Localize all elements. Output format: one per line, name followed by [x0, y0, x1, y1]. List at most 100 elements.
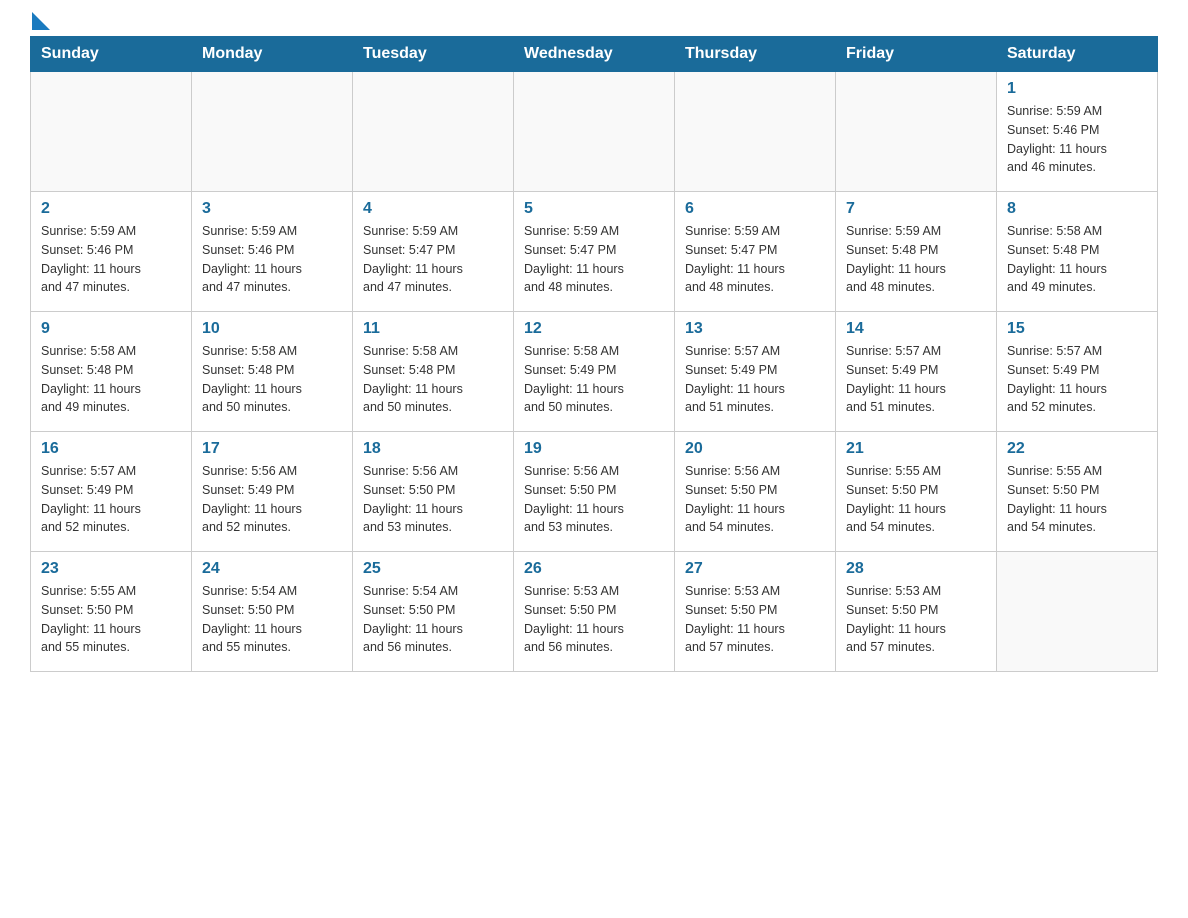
day-cell: 4 Sunrise: 5:59 AM Sunset: 5:47 PM Daylig… [353, 192, 514, 312]
day-info: Sunrise: 5:58 AM Sunset: 5:48 PM Dayligh… [202, 342, 342, 417]
week-row-2: 9 Sunrise: 5:58 AM Sunset: 5:48 PM Daylig… [31, 312, 1158, 432]
day-number: 10 [202, 320, 342, 338]
day-number: 20 [685, 440, 825, 458]
day-number: 9 [41, 320, 181, 338]
day-number: 23 [41, 560, 181, 578]
day-cell: 13 Sunrise: 5:57 AM Sunset: 5:49 PM Dayli… [675, 312, 836, 432]
day-info: Sunrise: 5:58 AM Sunset: 5:48 PM Dayligh… [363, 342, 503, 417]
day-cell: 19Sunrise: 5:56 AM Sunset: 5:50 PM Dayli… [514, 432, 675, 552]
logo-general [30, 20, 50, 30]
day-info: Sunrise: 5:54 AM Sunset: 5:50 PM Dayligh… [202, 582, 342, 657]
day-cell: 22 Sunrise: 5:55 AM Sunset: 5:50 PM Dayli… [997, 432, 1158, 552]
day-cell: 5 Sunrise: 5:59 AM Sunset: 5:47 PM Daylig… [514, 192, 675, 312]
day-number: 13 [685, 320, 825, 338]
day-info: Sunrise: 5:53 AM Sunset: 5:50 PM Dayligh… [846, 582, 986, 657]
day-info: Sunrise: 5:58 AM Sunset: 5:48 PM Dayligh… [41, 342, 181, 417]
day-info: Sunrise: 5:57 AM Sunset: 5:49 PM Dayligh… [1007, 342, 1147, 417]
day-info: Sunrise: 5:55 AM Sunset: 5:50 PM Dayligh… [846, 462, 986, 537]
day-info: Sunrise: 5:57 AM Sunset: 5:49 PM Dayligh… [41, 462, 181, 537]
day-number: 15 [1007, 320, 1147, 338]
day-info: Sunrise: 5:54 AM Sunset: 5:50 PM Dayligh… [363, 582, 503, 657]
page: Sunday Monday Tuesday Wednesday Thursday… [0, 0, 1188, 692]
day-info: Sunrise: 5:59 AM Sunset: 5:47 PM Dayligh… [363, 222, 503, 297]
logo [30, 20, 50, 26]
day-number: 1 [1007, 80, 1147, 98]
day-number: 4 [363, 200, 503, 218]
week-row-0: 1 Sunrise: 5:59 AM Sunset: 5:46 PM Daylig… [31, 72, 1158, 192]
day-number: 3 [202, 200, 342, 218]
day-number: 16 [41, 440, 181, 458]
day-info: Sunrise: 5:59 AM Sunset: 5:46 PM Dayligh… [1007, 102, 1147, 177]
day-cell: 26 Sunrise: 5:53 AM Sunset: 5:50 PM Dayli… [514, 552, 675, 672]
day-cell: 21 Sunrise: 5:55 AM Sunset: 5:50 PM Dayli… [836, 432, 997, 552]
day-number: 6 [685, 200, 825, 218]
day-cell: 20 Sunrise: 5:56 AM Sunset: 5:50 PM Dayli… [675, 432, 836, 552]
day-number: 2 [41, 200, 181, 218]
day-info: Sunrise: 5:59 AM Sunset: 5:47 PM Dayligh… [685, 222, 825, 297]
day-cell [836, 72, 997, 192]
week-row-4: 23 Sunrise: 5:55 AM Sunset: 5:50 PM Dayli… [31, 552, 1158, 672]
day-cell: 25 Sunrise: 5:54 AM Sunset: 5:50 PM Dayli… [353, 552, 514, 672]
day-cell [192, 72, 353, 192]
day-number: 24 [202, 560, 342, 578]
day-cell: 16 Sunrise: 5:57 AM Sunset: 5:49 PM Dayli… [31, 432, 192, 552]
day-info: Sunrise: 5:57 AM Sunset: 5:49 PM Dayligh… [685, 342, 825, 417]
day-info: Sunrise: 5:56 AM Sunset: 5:50 PM Dayligh… [363, 462, 503, 537]
day-cell: 8Sunrise: 5:58 AM Sunset: 5:48 PM Daylig… [997, 192, 1158, 312]
day-info: Sunrise: 5:56 AM Sunset: 5:49 PM Dayligh… [202, 462, 342, 537]
day-info: Sunrise: 5:57 AM Sunset: 5:49 PM Dayligh… [846, 342, 986, 417]
col-saturday: Saturday [997, 37, 1158, 72]
day-info: Sunrise: 5:56 AM Sunset: 5:50 PM Dayligh… [685, 462, 825, 537]
day-number: 27 [685, 560, 825, 578]
day-cell: 12Sunrise: 5:58 AM Sunset: 5:49 PM Dayli… [514, 312, 675, 432]
day-number: 26 [524, 560, 664, 578]
day-number: 19 [524, 440, 664, 458]
col-thursday: Thursday [675, 37, 836, 72]
day-cell: 18 Sunrise: 5:56 AM Sunset: 5:50 PM Dayli… [353, 432, 514, 552]
days-of-week-row: Sunday Monday Tuesday Wednesday Thursday… [31, 37, 1158, 72]
header [30, 20, 1158, 26]
day-cell: 15 Sunrise: 5:57 AM Sunset: 5:49 PM Dayli… [997, 312, 1158, 432]
day-info: Sunrise: 5:58 AM Sunset: 5:48 PM Dayligh… [1007, 222, 1147, 297]
day-info: Sunrise: 5:59 AM Sunset: 5:47 PM Dayligh… [524, 222, 664, 297]
day-cell: 27 Sunrise: 5:53 AM Sunset: 5:50 PM Dayli… [675, 552, 836, 672]
day-cell [353, 72, 514, 192]
day-cell [31, 72, 192, 192]
logo-flag-icon [32, 12, 50, 30]
day-number: 7 [846, 200, 986, 218]
calendar-table: Sunday Monday Tuesday Wednesday Thursday… [30, 36, 1158, 672]
week-row-3: 16 Sunrise: 5:57 AM Sunset: 5:49 PM Dayli… [31, 432, 1158, 552]
day-cell: 9 Sunrise: 5:58 AM Sunset: 5:48 PM Daylig… [31, 312, 192, 432]
day-cell: 17 Sunrise: 5:56 AM Sunset: 5:49 PM Dayli… [192, 432, 353, 552]
day-cell: 28 Sunrise: 5:53 AM Sunset: 5:50 PM Dayli… [836, 552, 997, 672]
day-number: 28 [846, 560, 986, 578]
col-monday: Monday [192, 37, 353, 72]
day-info: Sunrise: 5:55 AM Sunset: 5:50 PM Dayligh… [41, 582, 181, 657]
day-cell: 10 Sunrise: 5:58 AM Sunset: 5:48 PM Dayli… [192, 312, 353, 432]
calendar-body: 1 Sunrise: 5:59 AM Sunset: 5:46 PM Daylig… [31, 72, 1158, 672]
col-friday: Friday [836, 37, 997, 72]
day-number: 5 [524, 200, 664, 218]
day-info: Sunrise: 5:53 AM Sunset: 5:50 PM Dayligh… [524, 582, 664, 657]
day-cell: 1 Sunrise: 5:59 AM Sunset: 5:46 PM Daylig… [997, 72, 1158, 192]
day-number: 22 [1007, 440, 1147, 458]
day-info: Sunrise: 5:59 AM Sunset: 5:48 PM Dayligh… [846, 222, 986, 297]
day-info: Sunrise: 5:58 AM Sunset: 5:49 PM Dayligh… [524, 342, 664, 417]
col-tuesday: Tuesday [353, 37, 514, 72]
day-number: 21 [846, 440, 986, 458]
day-cell: 11 Sunrise: 5:58 AM Sunset: 5:48 PM Dayli… [353, 312, 514, 432]
day-cell: 2 Sunrise: 5:59 AM Sunset: 5:46 PM Daylig… [31, 192, 192, 312]
day-number: 17 [202, 440, 342, 458]
day-info: Sunrise: 5:59 AM Sunset: 5:46 PM Dayligh… [202, 222, 342, 297]
day-info: Sunrise: 5:59 AM Sunset: 5:46 PM Dayligh… [41, 222, 181, 297]
day-number: 14 [846, 320, 986, 338]
day-cell [997, 552, 1158, 672]
day-number: 11 [363, 320, 503, 338]
calendar-header: Sunday Monday Tuesday Wednesday Thursday… [31, 37, 1158, 72]
day-cell: 23 Sunrise: 5:55 AM Sunset: 5:50 PM Dayli… [31, 552, 192, 672]
day-number: 25 [363, 560, 503, 578]
day-number: 18 [363, 440, 503, 458]
day-cell: 24 Sunrise: 5:54 AM Sunset: 5:50 PM Dayli… [192, 552, 353, 672]
day-info: Sunrise: 5:55 AM Sunset: 5:50 PM Dayligh… [1007, 462, 1147, 537]
day-info: Sunrise: 5:53 AM Sunset: 5:50 PM Dayligh… [685, 582, 825, 657]
